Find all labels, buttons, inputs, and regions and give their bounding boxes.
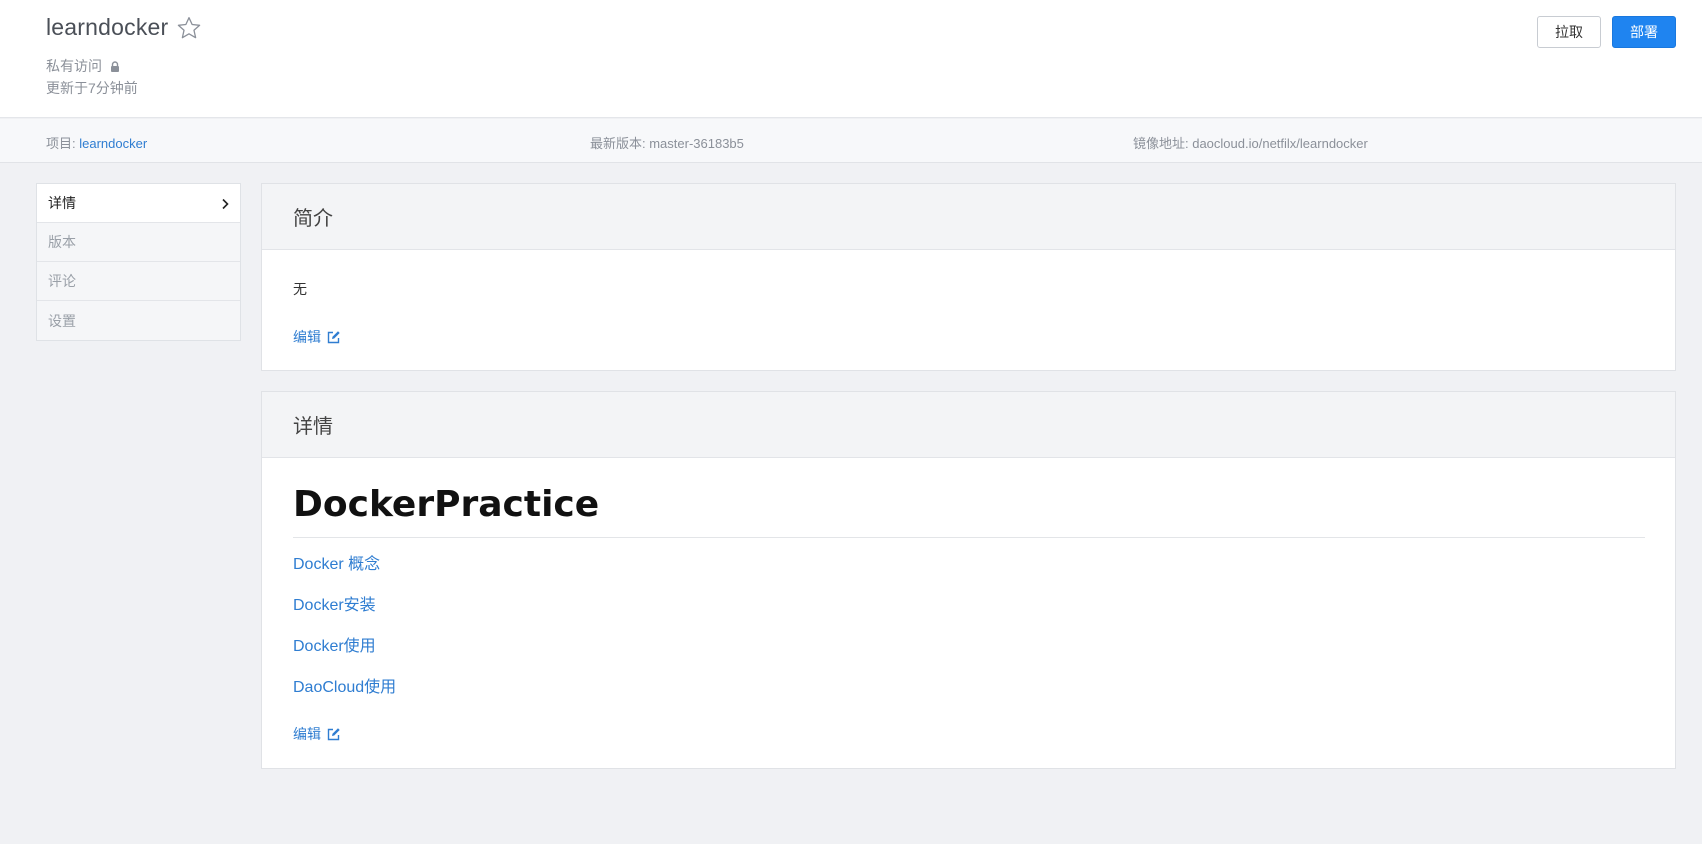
repo-name: learndocker [46,14,169,40]
edit-label: 编辑 [293,329,321,345]
pull-button[interactable]: 拉取 [1537,16,1601,48]
detail-panel-title: 详情 [262,392,1675,458]
sidebar-item-label: 评论 [48,273,76,289]
project-label: 项目: [46,136,80,151]
sidebar-item-label: 详情 [48,195,76,211]
sidebar-item-label: 版本 [48,234,76,250]
repo-info-bar: 项目: learndocker 最新版本: master-36183b5 镜像地… [0,119,1702,163]
repo-header: learndocker 私有访问 更新于7分钟前 拉取 部署 [0,0,1702,118]
readme-title: DockerPractice [293,484,600,525]
edit-icon [326,727,341,742]
edit-details-link[interactable]: 编辑 [293,724,341,744]
latest-version: 最新版本: master-36183b5 [590,136,744,151]
readme-divider [293,537,1645,538]
intro-panel: 简介 无 编辑 [261,183,1676,371]
deploy-button[interactable]: 部署 [1612,16,1676,48]
sidebar-item-versions[interactable]: 版本 [37,223,240,262]
access-status: 私有访问 [46,56,120,76]
project-link[interactable]: learndocker [79,136,147,151]
intro-text: 无 [293,281,307,297]
sidebar-item-comments[interactable]: 评论 [37,262,240,301]
access-label: 私有访问 [46,58,102,74]
edit-label: 编辑 [293,726,321,742]
edit-icon [326,330,341,345]
project-info: 项目: learndocker [46,133,147,152]
readme-link-list: Docker 概念 Docker安装 Docker使用 DaoCloud使用 [293,556,396,720]
sidebar-item-label: 设置 [48,312,76,329]
readme-link-docker-usage[interactable]: Docker使用 [293,638,396,679]
repo-title: learndocker [46,14,202,41]
chevron-right-icon [220,197,230,210]
lock-icon [110,60,120,72]
intro-panel-title: 简介 [262,184,1675,250]
image-address: 镜像地址: daocloud.io/netfilx/learndocker [1133,136,1368,151]
updated-time: 更新于7分钟前 [46,80,138,96]
sidebar-item-settings[interactable]: 设置 [37,301,240,340]
sidebar-nav: 详情 版本 评论 设置 [36,183,241,341]
readme-link-docker-install[interactable]: Docker安装 [293,597,396,638]
star-icon[interactable] [176,15,202,41]
sidebar-item-details[interactable]: 详情 [37,184,240,223]
edit-intro-link[interactable]: 编辑 [293,327,341,347]
readme-link-docker-concepts[interactable]: Docker 概念 [293,556,396,597]
readme-link-daocloud-usage[interactable]: DaoCloud使用 [293,679,396,720]
detail-panel: 详情 DockerPractice Docker 概念 Docker安装 Doc… [261,391,1676,769]
